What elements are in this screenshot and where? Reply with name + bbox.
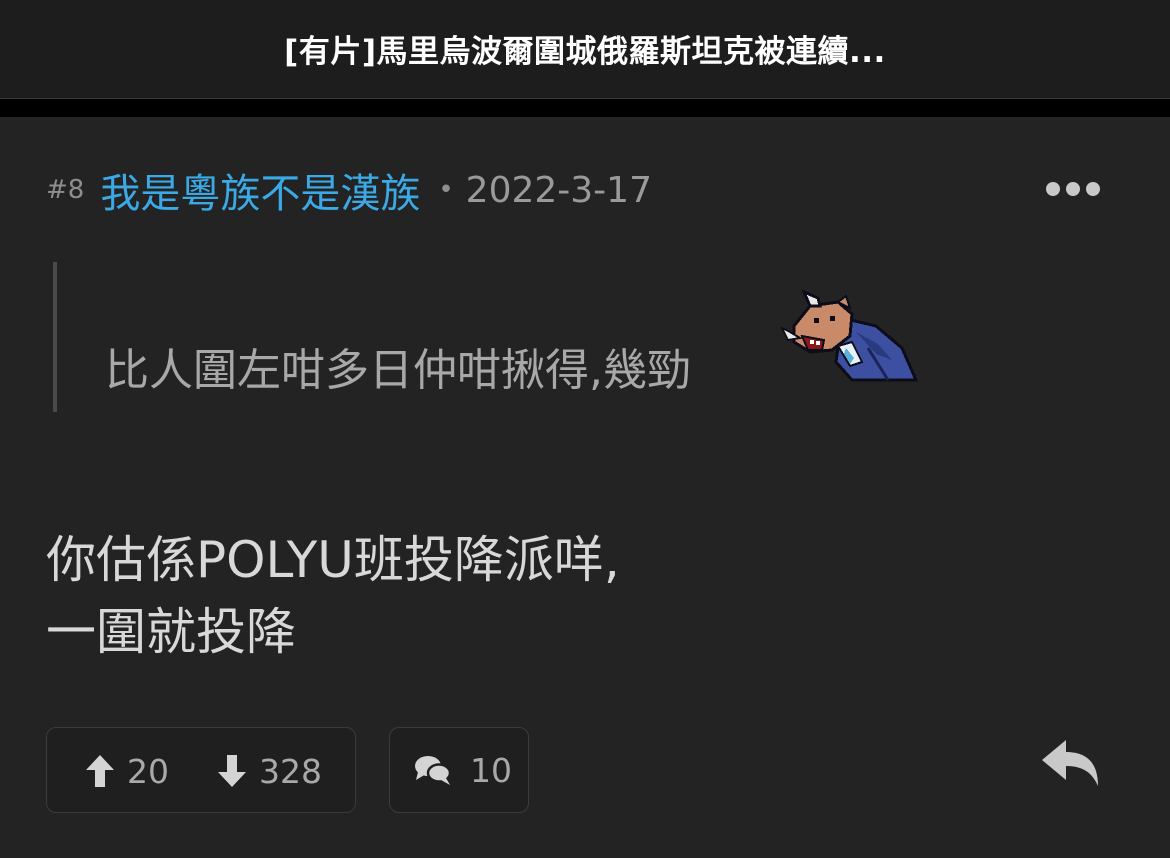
post-body-line-1: 你估係POLYU班投降派咩, — [46, 531, 620, 589]
post-number: #8 — [46, 175, 85, 205]
author-name[interactable]: 我是粵族不是漢族 — [100, 161, 420, 219]
quote-text: 比人圍左咁多日仲咁揪得,幾勁 — [105, 345, 691, 396]
top-bar: [有片]馬里烏波爾圍城俄羅斯坦克被連續... — [0, 0, 1170, 99]
post-body-line-2: 一圍就投降 — [46, 603, 296, 661]
comment-bubbles-icon — [415, 756, 452, 785]
reply-count: 10 — [470, 750, 512, 790]
more-options-icon — [1046, 182, 1100, 196]
replies-button[interactable]: 10 — [389, 727, 529, 813]
reply-arrow-icon — [1042, 740, 1098, 786]
post-date: 2022-3-17 — [465, 169, 652, 211]
arrow-up-icon — [86, 755, 114, 787]
thread-title[interactable]: [有片]馬里烏波爾圍城俄羅斯坦克被連續... — [0, 26, 1170, 71]
upvote-button[interactable]: 20 — [85, 728, 169, 814]
arrow-down-icon — [218, 755, 246, 787]
downvote-count: 328 — [259, 751, 322, 791]
post-body: 你估係POLYU班投降派咩, 一圍就投降 — [46, 524, 620, 668]
quote-reply-button[interactable] — [1040, 738, 1102, 790]
upvote-count: 20 — [127, 751, 169, 791]
vote-panel: 20 328 — [46, 727, 356, 813]
meta-separator: • — [438, 175, 454, 205]
more-options-button[interactable] — [1040, 172, 1106, 206]
pig-sticker-icon — [780, 289, 919, 382]
downvote-button[interactable]: 328 — [217, 728, 322, 814]
post-meta: #8 我是粵族不是漢族 • 2022-3-17 — [46, 162, 652, 218]
header-divider — [0, 99, 1170, 117]
